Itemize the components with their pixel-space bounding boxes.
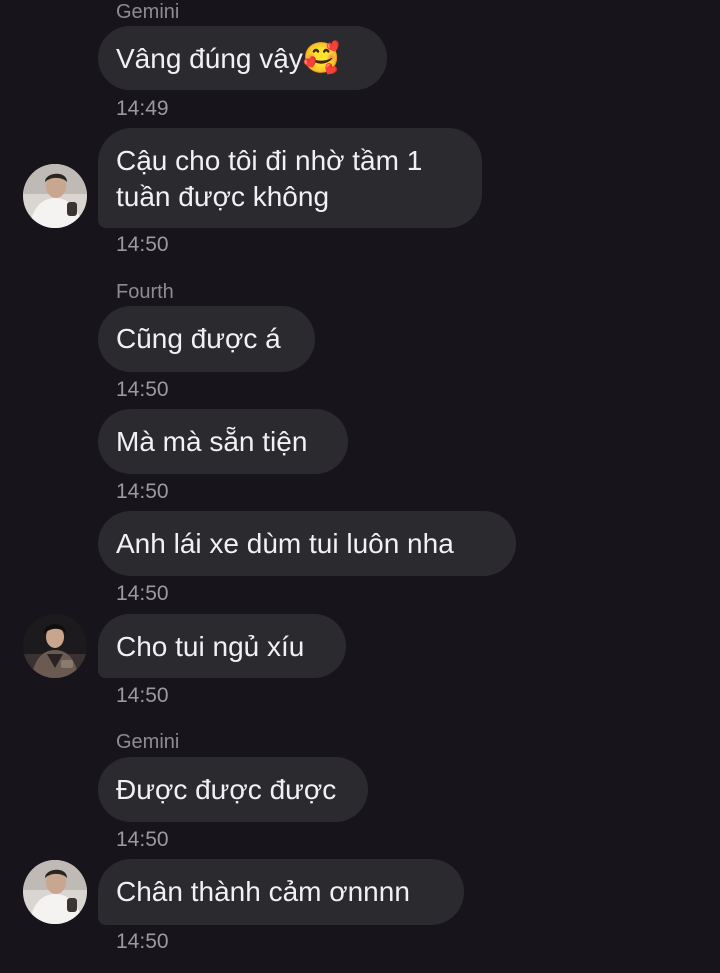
message-bubble[interactable]: Vâng đúng vậy🥰 — [98, 26, 387, 90]
message-text: Vâng đúng vậy — [116, 43, 303, 74]
message-text-line: Cậu cho tôi đi nhờ tầm 1 — [116, 145, 423, 176]
message-text: Mà mà sẵn tiện — [116, 426, 308, 457]
avatar[interactable] — [23, 164, 87, 228]
message-time: 14:50 — [116, 233, 169, 256]
message-time: 14:50 — [116, 378, 169, 401]
message-bubble[interactable]: Chân thành cảm ơnnnn — [98, 859, 464, 925]
avatar-dark-outfit-icon — [23, 614, 87, 678]
smiling-face-with-hearts-icon: 🥰 — [302, 42, 341, 75]
avatar-white-shirt-icon — [23, 860, 87, 924]
message-bubble[interactable]: Được được được — [98, 757, 368, 822]
message-time: 14:50 — [116, 582, 169, 605]
sender-name: Gemini — [116, 731, 180, 753]
message-bubble[interactable]: Cậu cho tôi đi nhờ tầm 1 tuần được không — [98, 128, 482, 228]
message-time: 14:50 — [116, 480, 169, 503]
message-time: 14:50 — [116, 828, 169, 851]
message-time: 14:50 — [116, 684, 169, 707]
avatar-white-shirt-icon — [23, 164, 87, 228]
message-time: 14:50 — [116, 930, 169, 953]
avatar[interactable] — [23, 860, 87, 924]
message-text: Chân thành cảm ơnnnn — [116, 876, 410, 907]
message-bubble[interactable]: Anh lái xe dùm tui luôn nha — [98, 511, 516, 576]
message-text: Anh lái xe dùm tui luôn nha — [116, 528, 454, 559]
message-time: 14:49 — [116, 97, 169, 120]
message-bubble[interactable]: Mà mà sẵn tiện — [98, 409, 348, 474]
chat-thread: Gemini Vâng đúng vậy🥰 14:49 Cậu cho tôi … — [0, 0, 720, 973]
sender-name: Fourth — [116, 281, 174, 303]
message-text: Được được được — [116, 774, 337, 805]
message-bubble[interactable]: Cho tui ngủ xíu — [98, 614, 346, 678]
message-text: Cho tui ngủ xíu — [116, 631, 305, 662]
message-text: Cũng được á — [116, 323, 281, 354]
sender-name: Gemini — [116, 1, 180, 23]
message-bubble[interactable]: Cũng được á — [98, 306, 315, 372]
message-text-line: tuần được không — [116, 181, 330, 212]
avatar[interactable] — [23, 614, 87, 678]
